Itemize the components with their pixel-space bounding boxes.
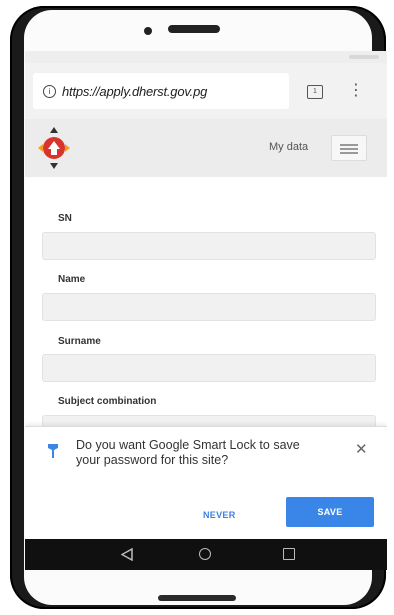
save-button[interactable]: SAVE — [286, 497, 374, 527]
earpiece-speaker — [168, 25, 220, 33]
android-nav-bar — [25, 539, 387, 570]
name-field[interactable] — [42, 293, 376, 321]
my-data-link[interactable]: My data — [269, 141, 308, 153]
browser-toolbar: i https://apply.dherst.gov.pg 1 ⋮ — [25, 63, 387, 119]
hamburger-line — [340, 148, 358, 150]
hamburger-line — [340, 144, 358, 146]
info-icon[interactable]: i — [43, 84, 56, 98]
registration-form: SN Name Surname Subject combination — [25, 177, 387, 437]
never-button[interactable]: NEVER — [203, 510, 236, 520]
sn-label: SN — [58, 213, 72, 224]
surname-field[interactable] — [42, 354, 376, 382]
hamburger-menu-button[interactable] — [331, 135, 367, 161]
subject-combination-label: Subject combination — [58, 396, 157, 407]
smart-lock-message: Do you want Google Smart Lock to save yo… — [76, 438, 300, 467]
address-bar[interactable]: i https://apply.dherst.gov.pg — [33, 73, 289, 109]
close-icon[interactable]: ✕ — [355, 440, 368, 458]
recent-apps-icon[interactable] — [283, 548, 295, 560]
back-icon[interactable] — [121, 548, 133, 561]
url-text: https://apply.dherst.gov.pg — [62, 83, 208, 99]
surname-label: Surname — [58, 336, 101, 347]
site-logo[interactable] — [37, 125, 71, 171]
status-icons — [349, 55, 379, 59]
bottom-speaker-slot — [158, 595, 236, 601]
home-icon[interactable] — [199, 548, 211, 560]
site-header: My data — [25, 119, 387, 177]
smart-lock-prompt: Do you want Google Smart Lock to save yo… — [25, 426, 387, 540]
name-label: Name — [58, 274, 86, 285]
status-bar — [25, 51, 387, 63]
tab-switcher-icon[interactable]: 1 — [307, 85, 323, 99]
sn-field[interactable] — [42, 232, 376, 260]
hamburger-line — [340, 152, 358, 154]
key-icon — [48, 444, 58, 458]
phone-screen: i https://apply.dherst.gov.pg 1 ⋮ My dat… — [25, 51, 387, 570]
more-menu-icon[interactable]: ⋮ — [348, 81, 364, 101]
front-camera — [144, 27, 152, 35]
